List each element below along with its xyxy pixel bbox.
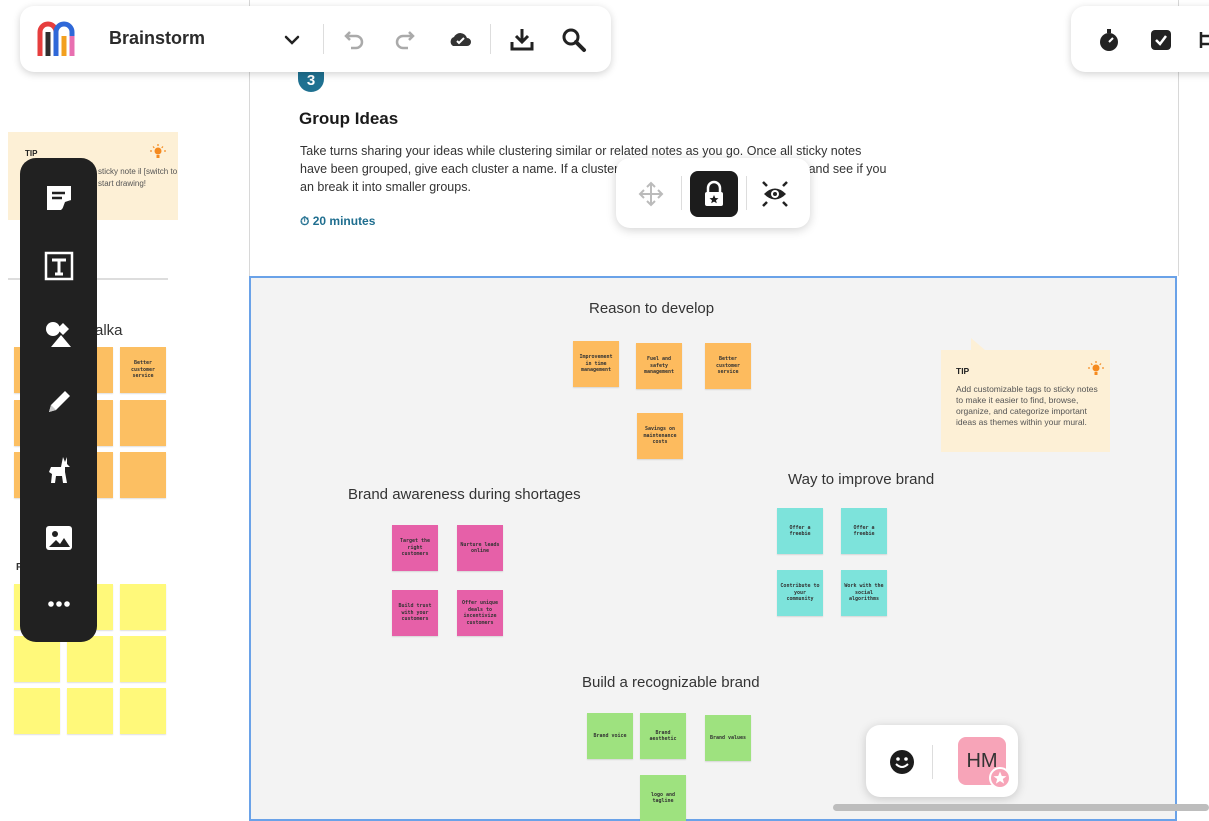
sticky-note[interactable]: Build trust with your customers xyxy=(392,590,438,636)
search-icon[interactable] xyxy=(560,26,588,54)
move-icon[interactable] xyxy=(637,180,665,208)
clock-icon: ⏱ xyxy=(300,214,310,228)
app-logo xyxy=(37,21,75,56)
sticky-note[interactable]: Offer unique deals to incentivize custom… xyxy=(457,590,503,636)
step-time: ⏱ 20 minutes xyxy=(300,214,375,229)
sticky-note[interactable]: Offer a freebie xyxy=(777,508,823,554)
cluster-title[interactable]: Reason to develop xyxy=(589,300,714,317)
divider xyxy=(323,24,324,54)
top-toolbar: Brainstorm xyxy=(20,6,611,72)
sticky-note[interactable] xyxy=(120,636,166,682)
download-icon[interactable] xyxy=(508,26,536,54)
redo-icon[interactable] xyxy=(392,26,420,54)
tip-text: Add customizable tags to sticky notes to… xyxy=(956,384,1098,427)
sticky-note[interactable]: Work with the social algorithms xyxy=(841,570,887,616)
pen-icon[interactable] xyxy=(43,386,75,418)
board-name[interactable]: Brainstorm xyxy=(109,28,205,49)
text-icon[interactable] xyxy=(43,250,75,282)
tip-text: sticky note il [switch to start drawing! xyxy=(98,167,178,188)
sticky-note[interactable]: Savings on maintenance costs xyxy=(637,413,683,459)
image-icon[interactable] xyxy=(43,522,75,554)
divider xyxy=(681,176,682,210)
divider xyxy=(746,176,747,210)
divider xyxy=(932,745,933,779)
top-toolbar-right xyxy=(1071,6,1209,72)
checklist-icon[interactable] xyxy=(1147,26,1175,54)
sticky-note[interactable]: Improvement in time management xyxy=(573,341,619,387)
lock-button[interactable] xyxy=(690,171,738,217)
sticky-note[interactable]: Fuel and safety management xyxy=(636,343,682,389)
right-tip-card[interactable]: TIP Add customizable tags to sticky note… xyxy=(941,338,1110,452)
sticky-note[interactable] xyxy=(120,400,166,446)
sticky-note[interactable]: Offer a freebie xyxy=(841,508,887,554)
cloud-sync-icon[interactable] xyxy=(446,26,474,54)
chevron-down-icon[interactable] xyxy=(278,26,306,54)
tip-label: TIP xyxy=(25,149,38,158)
sticky-note[interactable] xyxy=(120,688,166,734)
lightbulb-icon xyxy=(1088,361,1104,375)
focus-view-icon[interactable] xyxy=(760,179,790,209)
sticky-note[interactable]: Target the right customers xyxy=(392,525,438,571)
horizontal-scrollbar[interactable] xyxy=(833,804,1209,811)
sticky-note[interactable] xyxy=(120,452,166,498)
sticky-note[interactable]: Nurture leads online xyxy=(457,525,503,571)
sticky-note[interactable] xyxy=(14,688,60,734)
sticky-note[interactable]: Brand values xyxy=(705,715,751,761)
tip-tail xyxy=(971,338,985,350)
sticky-note[interactable] xyxy=(120,584,166,630)
divider xyxy=(490,24,491,54)
sticky-note[interactable]: logo and tagline xyxy=(640,775,686,821)
step-title: Group Ideas xyxy=(299,109,399,128)
lightbulb-icon xyxy=(150,144,166,158)
sticky-note[interactable] xyxy=(14,636,60,682)
section-heading: alka xyxy=(95,322,123,339)
llama-icon[interactable] xyxy=(43,454,75,486)
sticky-note[interactable]: Brand voice xyxy=(587,713,633,759)
cluster-title[interactable]: Way to improve brand xyxy=(788,471,934,488)
step-time-label: 20 minutes xyxy=(312,214,376,228)
sticky-note[interactable]: Better customer service xyxy=(705,343,751,389)
shapes-icon[interactable] xyxy=(43,318,75,350)
sticky-note[interactable]: Better customer service xyxy=(120,347,166,393)
cluster-title[interactable]: Brand awareness during shortages xyxy=(348,486,581,503)
more-icon[interactable] xyxy=(43,588,75,620)
more-icon[interactable] xyxy=(1195,26,1209,54)
sticky-note[interactable]: Brand aesthetic xyxy=(640,713,686,759)
sticky-note-icon[interactable] xyxy=(43,182,75,214)
tool-rail xyxy=(20,158,97,642)
sticky-note[interactable] xyxy=(67,636,113,682)
undo-icon[interactable] xyxy=(339,26,367,54)
sticky-note[interactable]: Contribute to your community xyxy=(777,570,823,616)
star-badge-icon xyxy=(989,767,1011,789)
object-toolbar xyxy=(616,158,810,228)
lock-icon xyxy=(705,180,723,206)
timer-icon[interactable] xyxy=(1095,26,1123,54)
tip-label: TIP xyxy=(956,366,970,376)
sticky-note[interactable] xyxy=(67,688,113,734)
cluster-title[interactable]: Build a recognizable brand xyxy=(582,674,760,691)
smiley-icon[interactable] xyxy=(888,748,916,776)
